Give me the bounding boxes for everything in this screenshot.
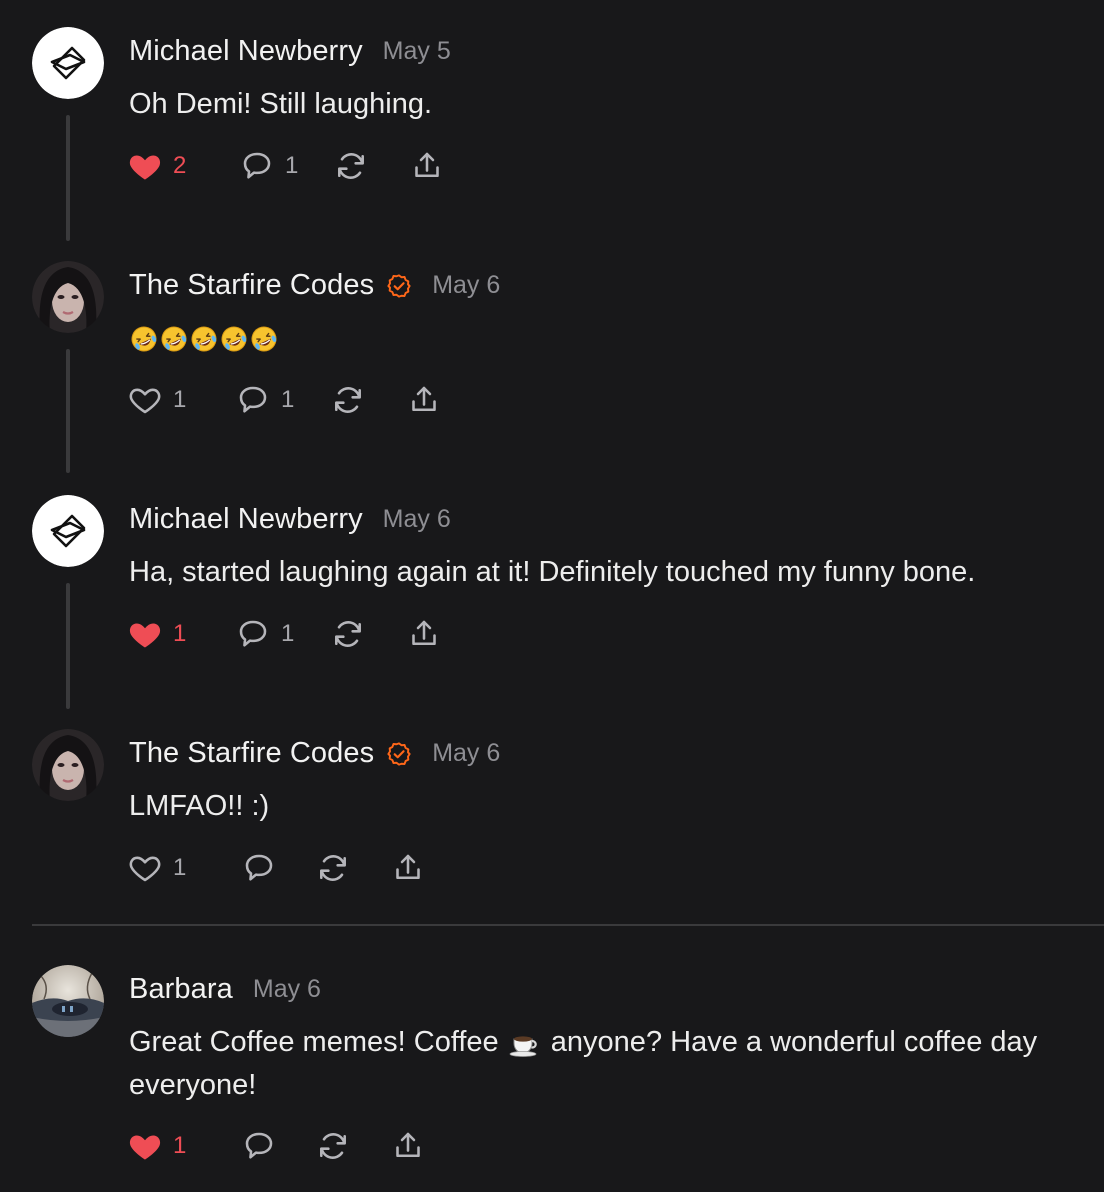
reply-count: 1 xyxy=(285,152,299,179)
heart-icon xyxy=(129,1135,161,1160)
verified-badge xyxy=(386,741,412,767)
avatar[interactable] xyxy=(32,965,104,1037)
logo-avatar-icon xyxy=(32,495,104,567)
comment-bubble-icon xyxy=(239,386,267,413)
logo-avatar-icon xyxy=(32,27,104,99)
author-name[interactable]: The Starfire Codes xyxy=(129,269,374,302)
share-button[interactable] xyxy=(390,1126,426,1166)
like-button[interactable]: 2 xyxy=(127,146,186,186)
comment-text: Ha, started laughing again at it! Defini… xyxy=(129,556,976,588)
reply-button[interactable]: 1 xyxy=(239,146,298,186)
comment-bubble-icon xyxy=(239,620,267,647)
heart-icon xyxy=(129,623,161,648)
heart-icon xyxy=(129,856,161,882)
photo-avatar-icon xyxy=(32,261,104,333)
restack-icon xyxy=(320,1133,346,1159)
share-icon xyxy=(396,854,420,880)
rofl-emoji-row xyxy=(129,324,279,354)
comment-bubble-icon xyxy=(245,854,273,881)
like-button[interactable]: 1 xyxy=(127,848,186,888)
avatar[interactable] xyxy=(32,261,104,333)
reply-count: 1 xyxy=(281,620,295,647)
reply-count: 1 xyxy=(281,386,295,413)
comment-date[interactable]: May 5 xyxy=(383,37,451,66)
thread-line xyxy=(66,115,70,241)
share-icon xyxy=(415,152,439,178)
comment-date[interactable]: May 6 xyxy=(253,975,321,1004)
comment-date[interactable]: May 6 xyxy=(383,505,451,534)
share-icon xyxy=(396,1132,420,1158)
avatar[interactable] xyxy=(32,27,104,99)
restack-icon xyxy=(335,387,361,413)
share-icon xyxy=(412,386,436,412)
reply-button[interactable]: 1 xyxy=(235,380,294,420)
thread-divider xyxy=(32,924,1104,926)
reply-button[interactable]: 1 xyxy=(235,614,294,654)
landscape-avatar-icon xyxy=(32,965,104,1037)
author-name[interactable]: Barbara xyxy=(129,973,233,1006)
comment-date[interactable]: May 6 xyxy=(432,739,500,768)
reply-button[interactable] xyxy=(241,1126,277,1166)
like-button[interactable]: 1 xyxy=(127,614,186,654)
avatar[interactable] xyxy=(32,495,104,567)
restack-button[interactable] xyxy=(315,1126,351,1166)
restack-button[interactable] xyxy=(330,614,366,654)
restack-button[interactable] xyxy=(315,848,351,888)
verified-badge xyxy=(386,273,412,299)
share-button[interactable] xyxy=(406,380,442,420)
rofl-emoji-icon xyxy=(191,326,217,352)
rofl-emoji-icon xyxy=(251,326,277,352)
restack-icon xyxy=(335,621,361,647)
author-name[interactable]: Michael Newberry xyxy=(129,503,363,536)
heart-icon xyxy=(129,388,161,414)
restack-button[interactable] xyxy=(333,146,369,186)
restack-icon xyxy=(338,153,364,179)
comment-text: Great Coffee memes! Coffee anyone? Have … xyxy=(129,1021,1090,1107)
comment-text: LMFAO!! :) xyxy=(129,790,270,822)
like-count: 1 xyxy=(173,1132,187,1159)
comment-bubble-icon xyxy=(243,152,271,179)
comment-bubble-icon xyxy=(245,1132,273,1159)
thread-line xyxy=(66,583,70,709)
thread-line xyxy=(66,349,70,473)
comment-date[interactable]: May 6 xyxy=(432,271,500,300)
rofl-emoji-icon xyxy=(131,326,157,352)
restack-button[interactable] xyxy=(330,380,366,420)
comment-thread: Michael Newberry May 5 Oh Demi! Still la… xyxy=(0,0,1104,1192)
like-button[interactable]: 1 xyxy=(127,380,186,420)
share-button[interactable] xyxy=(406,614,442,654)
like-button[interactable]: 1 xyxy=(127,1126,186,1166)
rofl-emoji-icon xyxy=(221,326,247,352)
comment-text-part: Great Coffee memes! Coffee xyxy=(129,1026,499,1058)
restack-icon xyxy=(320,855,346,881)
rofl-emoji-icon xyxy=(161,326,187,352)
author-name[interactable]: Michael Newberry xyxy=(129,35,363,68)
share-button[interactable] xyxy=(390,848,426,888)
author-name[interactable]: The Starfire Codes xyxy=(129,737,374,770)
photo-avatar-icon xyxy=(32,729,104,801)
avatar[interactable] xyxy=(32,729,104,801)
share-button[interactable] xyxy=(409,146,445,186)
like-count: 2 xyxy=(173,152,187,179)
heart-icon xyxy=(129,155,161,180)
verified-check-icon xyxy=(387,741,411,766)
like-count: 1 xyxy=(173,386,187,413)
share-icon xyxy=(412,620,436,646)
like-count: 1 xyxy=(173,620,187,647)
reply-button[interactable] xyxy=(241,848,277,888)
like-count: 1 xyxy=(173,854,187,881)
comment-text xyxy=(129,317,1090,360)
verified-check-icon xyxy=(387,273,411,298)
comment-text: Oh Demi! Still laughing. xyxy=(129,88,433,120)
coffee-cup-icon xyxy=(509,1027,541,1057)
